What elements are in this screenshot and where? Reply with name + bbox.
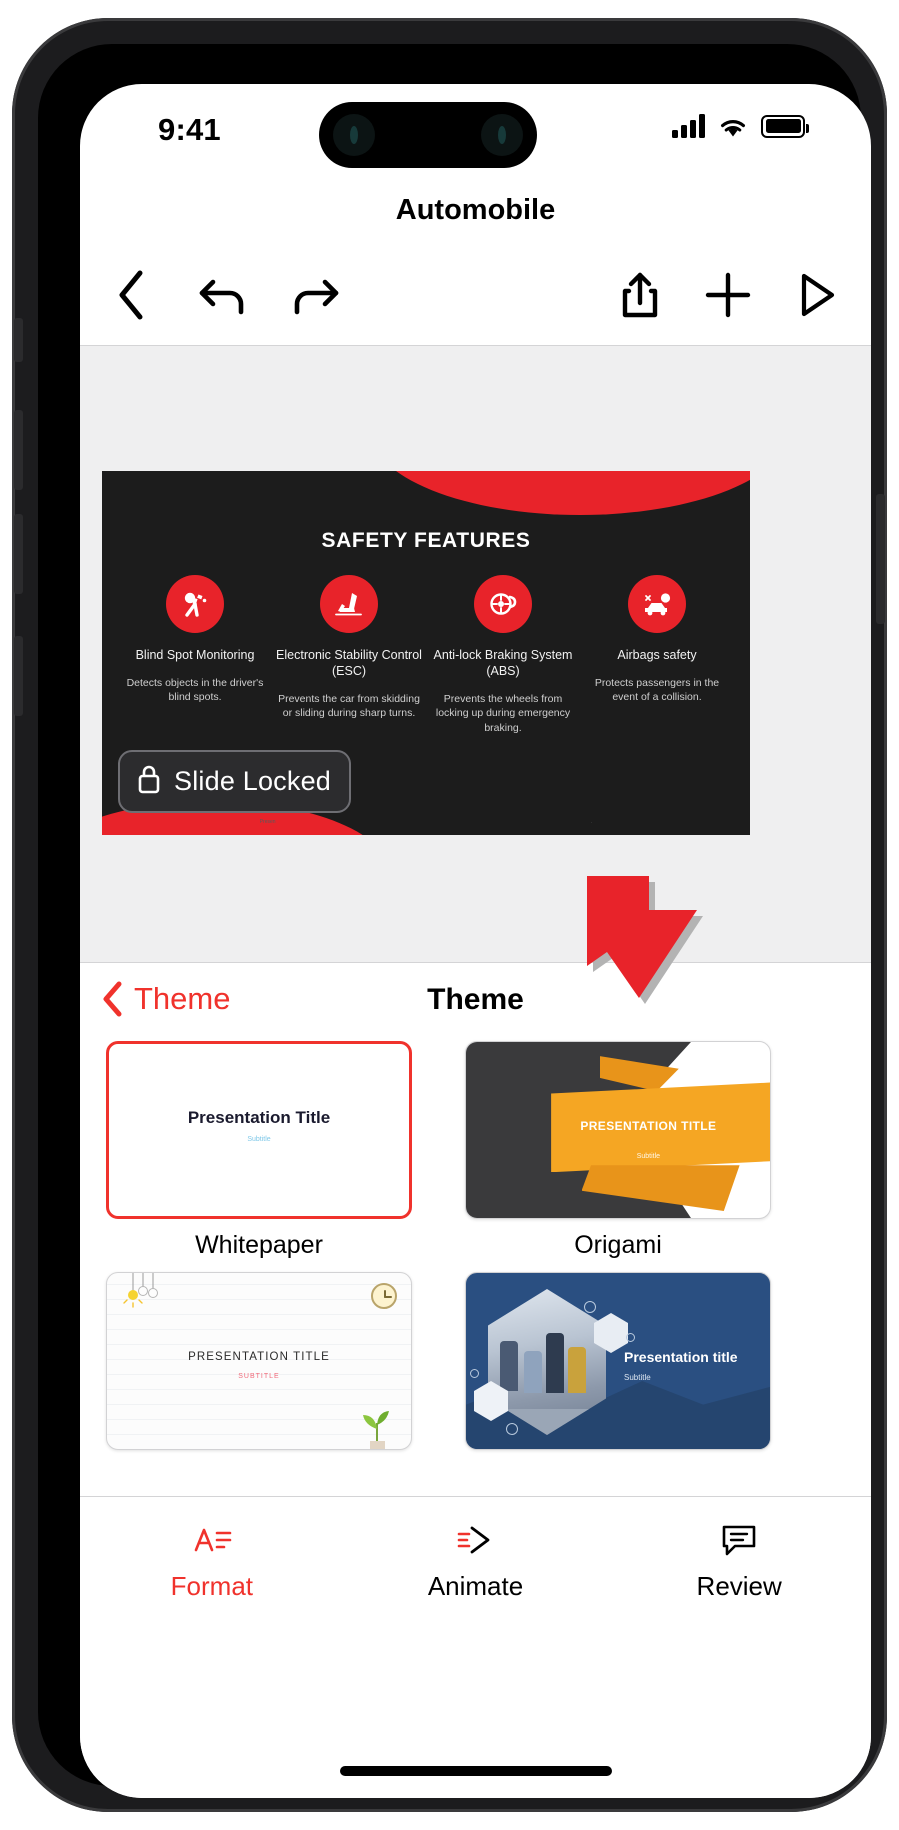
theme-preview-subtitle: Subtitle [624, 1373, 651, 1382]
phone-side-button-extra[interactable] [14, 636, 23, 716]
theme-thumbnail[interactable]: Presentation title Subtitle [465, 1272, 771, 1450]
circle-accent [470, 1369, 479, 1378]
circle-accent [506, 1423, 518, 1435]
bottom-tab-bar: Format Animate Review [80, 1496, 871, 1798]
slide-footer-right: . [590, 819, 593, 825]
redo-button[interactable] [284, 260, 346, 330]
slide-feature-item: Airbags safety Protects passengers in th… [582, 575, 732, 735]
airbag-person-icon [166, 575, 224, 633]
phone-frame: 9:41 Automobile SAFETY FEATURES Blind Sp… [12, 18, 887, 1812]
slide-feature-name: Electronic Stability Control (ESC) [276, 648, 422, 678]
theme-preview-title: PRESENTATION TITLE [580, 1119, 717, 1134]
add-slide-button[interactable] [697, 260, 759, 330]
slide-footer-left: Presen [259, 819, 276, 825]
tab-label: Review [696, 1571, 782, 1601]
car-seat-stability-icon [320, 575, 378, 633]
comment-icon [607, 1517, 871, 1563]
theme-grid: Presentation Title Subtitle Whitepaper P… [106, 1041, 806, 1462]
undo-button[interactable] [192, 260, 254, 330]
slide-feature-description: Prevents the wheels from locking up duri… [435, 693, 571, 734]
animate-arrow-icon [344, 1517, 608, 1563]
phone-bezel: 9:41 Automobile SAFETY FEATURES Blind Sp… [38, 44, 871, 1798]
status-bar: 9:41 [80, 84, 871, 192]
theme-name: Whitepaper [195, 1231, 323, 1259]
theme-preview-title: Presentation title [624, 1349, 738, 1365]
phone-screen: 9:41 Automobile SAFETY FEATURES Blind Sp… [80, 84, 871, 1798]
slide-feature-item: Anti-lock Braking System (ABS) Prevents … [428, 575, 578, 735]
theme-name: Origami [574, 1231, 662, 1259]
editor-toolbar [80, 252, 871, 346]
phone-volume-up-button[interactable] [14, 410, 23, 490]
slide-canvas[interactable]: SAFETY FEATURES Blind Spot Monitoring De… [80, 346, 871, 962]
slide-feature-list: Blind Spot Monitoring Detects objects in… [120, 575, 732, 735]
cellular-signal-icon [672, 114, 705, 138]
slide-feature-description: Prevents the car from skidding or slidin… [278, 693, 420, 720]
tab-label: Animate [427, 1571, 524, 1601]
face-id-sensor-icon [481, 114, 523, 156]
tab-review[interactable]: Review [607, 1517, 871, 1602]
theme-thumbnail[interactable]: Presentation Title Subtitle [106, 1041, 412, 1219]
slide-decor-red-top [370, 471, 750, 515]
theme-panel: Theme Theme Presentation Title Subtitle … [80, 962, 871, 1496]
slide-footer: Presen . [102, 819, 750, 825]
plant-icon [353, 1397, 399, 1449]
dynamic-island [319, 102, 537, 168]
light-bulb-icon [119, 1273, 179, 1333]
slide-title: SAFETY FEATURES [321, 529, 531, 552]
battery-icon [761, 114, 809, 138]
circle-accent [626, 1333, 635, 1342]
format-text-icon [80, 1517, 344, 1563]
slide-feature-name: Blind Spot Monitoring [135, 648, 255, 662]
phone-volume-down-button[interactable] [14, 514, 23, 594]
lock-icon [136, 763, 162, 800]
theme-option-notebook[interactable]: PRESENTATION TITLE SUBTITLE [106, 1272, 412, 1462]
theme-option-whitepaper[interactable]: Presentation Title Subtitle Whitepaper [106, 1041, 412, 1260]
home-indicator[interactable] [339, 1766, 612, 1776]
status-badge: Slide Locked [118, 750, 352, 813]
page-title: Automobile [395, 194, 556, 226]
status-bar-time: 9:41 [158, 112, 221, 147]
current-slide[interactable]: SAFETY FEATURES Blind Spot Monitoring De… [102, 471, 750, 835]
slide-feature-description: Detects objects in the driver's blind sp… [126, 677, 264, 704]
theme-preview-subtitle: Subtitle [636, 1152, 661, 1160]
wifi-icon [718, 115, 748, 138]
slide-feature-item: Blind Spot Monitoring Detects objects in… [120, 575, 270, 735]
theme-panel-header: Theme Theme [80, 963, 871, 1041]
theme-thumbnail[interactable]: PRESENTATION TITLE Subtitle [465, 1041, 771, 1219]
tab-format[interactable]: Format [80, 1517, 344, 1602]
slide-feature-name: Anti-lock Braking System (ABS) [433, 648, 573, 678]
tab-label: Format [170, 1571, 253, 1601]
brake-disc-icon [474, 575, 532, 633]
red-arrow-pointer [585, 874, 745, 1034]
theme-panel-title: Theme [427, 983, 524, 1016]
phone-mute-switch[interactable] [14, 318, 23, 362]
screenshot-root: 9:41 Automobile SAFETY FEATURES Blind Sp… [0, 0, 899, 1830]
theme-preview-title: PRESENTATION TITLE [188, 1351, 330, 1363]
share-icon[interactable] [609, 260, 671, 330]
theme-preview-title: Presentation Title [187, 1108, 331, 1127]
theme-option-origami[interactable]: PRESENTATION TITLE Subtitle Origami [465, 1041, 771, 1260]
airbag-car-icon [628, 575, 686, 633]
theme-preview-subtitle: Subtitle [247, 1136, 271, 1143]
circle-accent [584, 1301, 596, 1313]
slide-locked-label: Slide Locked [174, 766, 332, 796]
slide-feature-description: Protects passengers in the event of a co… [594, 677, 720, 704]
play-presentation-button[interactable] [785, 260, 847, 330]
status-bar-indicators [672, 114, 809, 138]
theme-thumbnail[interactable]: PRESENTATION TITLE SUBTITLE [106, 1272, 412, 1450]
back-button[interactable] [100, 260, 162, 330]
phone-power-button[interactable] [876, 494, 885, 624]
theme-option-blue[interactable]: Presentation title Subtitle [465, 1272, 771, 1462]
front-camera-icon [333, 114, 375, 156]
slide-feature-name: Airbags safety [617, 648, 697, 662]
slide-feature-item: Electronic Stability Control (ESC) Preve… [274, 575, 424, 735]
clock-icon [371, 1283, 397, 1309]
tab-animate[interactable]: Animate [344, 1517, 608, 1602]
theme-preview-subtitle: SUBTITLE [238, 1373, 280, 1380]
